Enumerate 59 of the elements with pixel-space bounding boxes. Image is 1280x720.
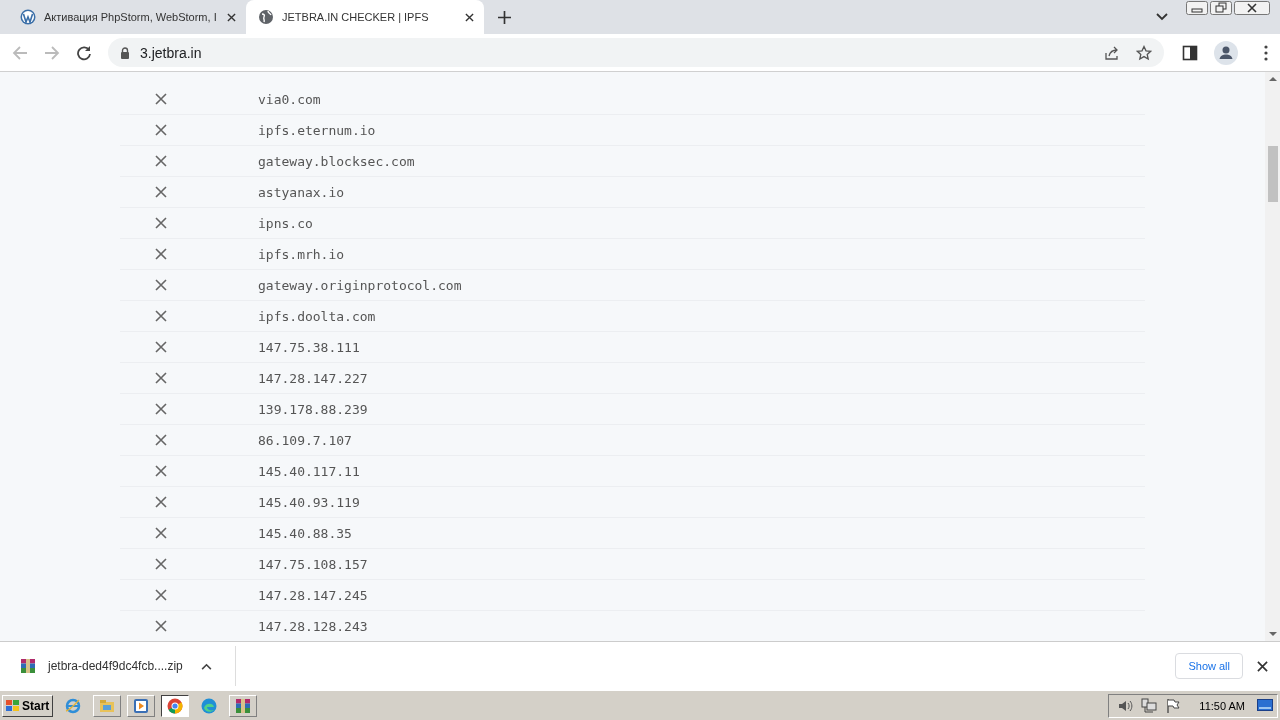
minimize-icon[interactable] bbox=[1186, 1, 1208, 15]
close-icon[interactable] bbox=[227, 12, 236, 22]
restore-icon[interactable] bbox=[1210, 1, 1232, 15]
chevron-up-icon[interactable] bbox=[200, 662, 212, 670]
close-icon[interactable] bbox=[465, 12, 474, 22]
host-address: 139.178.88.239 bbox=[258, 401, 368, 417]
globe-icon bbox=[258, 9, 274, 25]
host-address: ipfs.doolta.com bbox=[258, 308, 376, 324]
host-address: 147.28.128.243 bbox=[258, 618, 368, 634]
browser-tab[interactable]: Активация PhpStorm, WebStorm, I bbox=[8, 0, 246, 34]
host-address: ipfs.mrh.io bbox=[258, 246, 345, 262]
close-icon[interactable] bbox=[1257, 660, 1268, 672]
side-panel-icon[interactable] bbox=[1182, 44, 1198, 61]
scroll-down-icon[interactable] bbox=[1268, 631, 1277, 637]
scrollbar-thumb[interactable] bbox=[1267, 146, 1278, 202]
host-address: ipns.co bbox=[258, 215, 313, 231]
host-address: 147.75.108.157 bbox=[258, 556, 368, 572]
host-address: via0.com bbox=[258, 91, 321, 107]
swirl-icon bbox=[201, 697, 218, 714]
download-filename[interactable]: jetbra-ded4f9dc4fcb....zip bbox=[48, 659, 183, 673]
plus-icon[interactable] bbox=[498, 11, 511, 24]
host-address: 86.109.7.107 bbox=[258, 432, 352, 448]
play-icon bbox=[133, 697, 150, 714]
browser-icon bbox=[167, 697, 184, 714]
show-all-button[interactable]: Show all bbox=[1175, 653, 1243, 679]
archive-icon bbox=[235, 697, 252, 714]
reload-icon[interactable] bbox=[76, 44, 92, 61]
host-address: 145.40.88.35 bbox=[258, 525, 352, 541]
host-address: astyanax.io bbox=[258, 184, 345, 200]
flag-icon[interactable] bbox=[1165, 697, 1182, 714]
host-address: 147.28.147.245 bbox=[258, 587, 368, 603]
host-address: gateway.originprotocol.com bbox=[258, 277, 462, 293]
host-address: gateway.blocksec.com bbox=[258, 153, 415, 169]
host-address: 147.75.38.111 bbox=[258, 339, 360, 355]
host-address: 145.40.93.119 bbox=[258, 494, 360, 510]
folder-icon bbox=[99, 697, 116, 714]
tab-title: JETBRA.IN CHECKER | IPFS bbox=[282, 11, 430, 23]
taskbar-button[interactable] bbox=[161, 694, 190, 717]
archive-icon bbox=[20, 658, 36, 674]
show-desktop-icon[interactable] bbox=[1257, 698, 1273, 713]
tab-title: Активация PhpStorm, WebStorm, I bbox=[44, 11, 218, 23]
start-button[interactable]: Start bbox=[2, 694, 54, 717]
globe-icon bbox=[65, 697, 82, 714]
close-icon[interactable] bbox=[1234, 1, 1270, 15]
clock[interactable]: 11:50 AM bbox=[1199, 699, 1245, 712]
windows-flag-icon bbox=[6, 699, 20, 712]
host-address: ipfs.eternum.io bbox=[258, 122, 376, 138]
network-icon[interactable] bbox=[1141, 697, 1158, 714]
share-icon[interactable] bbox=[1104, 44, 1120, 61]
menu-icon[interactable] bbox=[1264, 44, 1268, 61]
host-address: 145.40.117.11 bbox=[258, 463, 360, 479]
profile-icon[interactable] bbox=[1214, 40, 1238, 65]
host-address: 147.28.147.227 bbox=[258, 370, 368, 386]
scroll-up-icon[interactable] bbox=[1268, 76, 1277, 82]
lock-icon bbox=[120, 46, 130, 59]
address-field[interactable]: 3.jetbra.in bbox=[108, 38, 1164, 67]
chevron-down-icon[interactable] bbox=[1156, 13, 1168, 21]
star-icon[interactable] bbox=[1136, 44, 1152, 61]
browser-tab[interactable]: JETBRA.IN CHECKER | IPFS bbox=[246, 0, 484, 34]
